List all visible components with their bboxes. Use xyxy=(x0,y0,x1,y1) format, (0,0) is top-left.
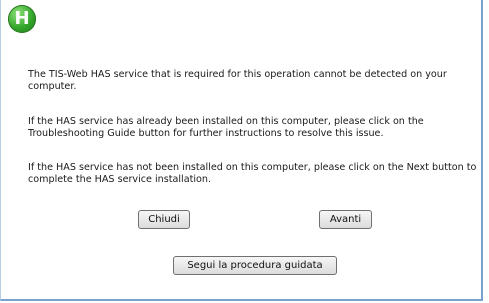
has-logo-icon: H xyxy=(8,5,36,33)
guided-procedure-button[interactable]: Segui la procedura guidata xyxy=(173,256,337,275)
dialog: H The TIS-Web HAS service that is requir… xyxy=(0,0,483,301)
message-install: If the HAS service has not been installe… xyxy=(28,162,477,185)
logo-letter: H xyxy=(14,8,30,29)
message-troubleshooting: If the HAS service has already been inst… xyxy=(28,116,424,139)
next-button[interactable]: Avanti xyxy=(319,210,372,229)
message-not-detected: The TIS-Web HAS service that is required… xyxy=(28,69,447,92)
close-button[interactable]: Chiudi xyxy=(138,210,190,229)
